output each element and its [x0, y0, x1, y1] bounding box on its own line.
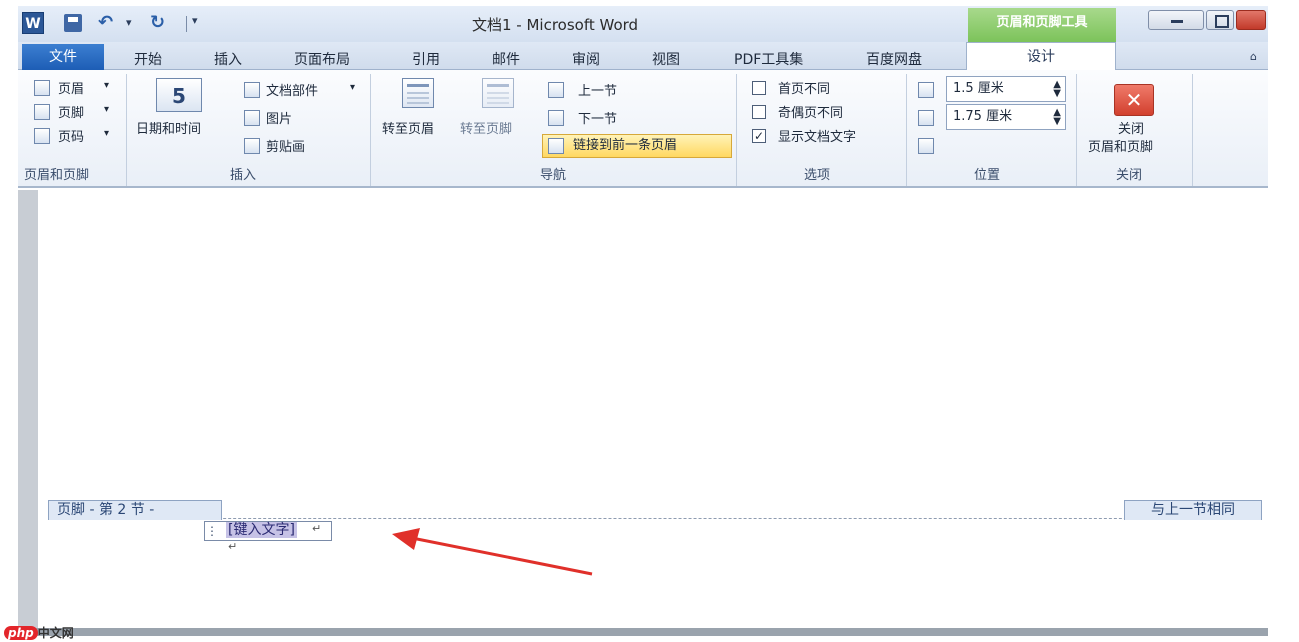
next-section-button[interactable]: 下一节 — [578, 108, 617, 127]
group-label-options: 选项 — [804, 168, 831, 183]
clip-art-icon — [244, 138, 260, 154]
show-document-text-label[interactable]: 显示文档文字 — [778, 126, 856, 145]
footer-position-icon — [918, 110, 934, 126]
maximize-button[interactable] — [1206, 10, 1234, 30]
tab-design[interactable]: 设计 — [966, 42, 1116, 72]
annotation-arrow-icon — [392, 528, 593, 576]
document-parts-dropdown-icon[interactable]: ▾ — [350, 82, 355, 93]
group-divider — [1192, 74, 1193, 186]
watermark-logo: php 中文网 — [4, 624, 74, 641]
group-label-close: 关闭 — [1116, 168, 1143, 183]
minimize-button[interactable] — [1148, 10, 1204, 30]
redo-icon[interactable]: ↻ — [150, 12, 165, 33]
link-to-previous-icon — [548, 138, 564, 154]
different-odd-even-label[interactable]: 奇偶页不同 — [778, 102, 843, 121]
save-icon[interactable] — [64, 14, 82, 32]
goto-header-icon — [402, 78, 434, 108]
document-parts-button[interactable]: 文档部件 — [266, 80, 318, 99]
show-document-text-checkbox[interactable]: ✓ — [752, 129, 766, 143]
goto-header-button[interactable]: 转至页眉 — [382, 118, 434, 137]
header-from-top-value: 1.5 厘米 — [953, 81, 1004, 96]
undo-icon[interactable]: ↶ — [98, 12, 113, 33]
footer-icon — [34, 104, 50, 120]
group-divider — [1076, 74, 1077, 186]
ribbon-body — [18, 70, 1268, 188]
group-divider — [126, 74, 127, 186]
same-as-previous-tag: 与上一节相同 — [1124, 500, 1262, 520]
page-number-button[interactable]: 页码 — [58, 126, 84, 145]
header-button[interactable]: 页眉 — [58, 78, 84, 97]
window-title: 文档1 - Microsoft Word — [472, 16, 639, 34]
close-window-button[interactable] — [1236, 10, 1266, 30]
group-divider — [736, 74, 737, 186]
different-first-page-checkbox[interactable] — [752, 81, 766, 95]
tab-review[interactable]: 审阅 — [572, 49, 600, 69]
page-number-dropdown-icon[interactable]: ▾ — [104, 128, 109, 139]
close-header-footer-line1[interactable]: 关闭 — [1118, 118, 1144, 137]
group-divider — [906, 74, 907, 186]
tab-page-layout[interactable]: 页面布局 — [294, 49, 350, 69]
tab-mailings[interactable]: 邮件 — [492, 49, 520, 69]
footer-placeholder-text[interactable]: [键入文字] — [226, 522, 297, 538]
footer-from-bottom-input[interactable]: 1.75 厘米 ▲ ▼ — [946, 104, 1066, 130]
close-header-footer-icon[interactable]: ✕ — [1114, 84, 1154, 116]
header-icon — [34, 80, 50, 96]
footer-paragraph-mark: ↵ — [312, 522, 322, 535]
group-label-header-footer: 页眉和页脚 — [24, 168, 90, 183]
header-from-top-input[interactable]: 1.5 厘米 ▲ ▼ — [946, 76, 1066, 102]
previous-section-icon — [548, 82, 564, 98]
minimize-ribbon-icon[interactable]: ⌂ — [1250, 50, 1257, 63]
different-odd-even-checkbox[interactable] — [752, 105, 766, 119]
next-section-icon — [548, 110, 564, 126]
tab-references[interactable]: 引用 — [412, 49, 440, 69]
document-left-margin — [18, 190, 38, 630]
word-app-icon[interactable]: W — [22, 12, 44, 34]
tab-view[interactable]: 视图 — [652, 49, 680, 69]
document-parts-icon — [244, 82, 260, 98]
goto-footer-button[interactable]: 转至页脚 — [460, 118, 512, 137]
document-bottom-edge — [18, 628, 1268, 636]
header-footer-tools-label: 页眉和页脚工具 — [968, 8, 1116, 42]
date-time-button[interactable]: 日期和时间 — [136, 118, 201, 137]
tab-pdf-tools[interactable]: PDF工具集 — [734, 49, 803, 69]
different-first-page-label[interactable]: 首页不同 — [778, 78, 830, 97]
page-number-icon — [34, 128, 50, 144]
footer-from-bottom-value: 1.75 厘米 — [953, 109, 1013, 124]
tab-insert[interactable]: 插入 — [214, 49, 242, 69]
header-spin-arrows-icon[interactable]: ▲ ▼ — [1053, 80, 1061, 99]
tab-baidu-netdisk[interactable]: 百度网盘 — [866, 49, 922, 69]
header-dropdown-icon[interactable]: ▾ — [104, 80, 109, 91]
quick-access-separator — [186, 16, 187, 32]
paragraph-mark: ↵ — [228, 540, 238, 553]
goto-footer-icon — [482, 78, 514, 108]
tab-file[interactable]: 文件 — [22, 44, 104, 70]
link-to-previous-button[interactable]: 链接到前一条页眉 — [542, 134, 732, 158]
picture-button[interactable]: 图片 — [266, 108, 292, 127]
group-divider — [370, 74, 371, 186]
customize-quick-access-icon[interactable]: ▾ — [192, 14, 198, 27]
previous-section-button[interactable]: 上一节 — [578, 80, 617, 99]
close-header-footer-line2[interactable]: 页眉和页脚 — [1088, 136, 1153, 155]
footer-button[interactable]: 页脚 — [58, 102, 84, 121]
footer-dropdown-icon[interactable]: ▾ — [104, 104, 109, 115]
group-label-insert: 插入 — [230, 168, 257, 183]
insert-alignment-tab-icon[interactable] — [918, 138, 934, 154]
undo-dropdown-icon[interactable]: ▾ — [126, 16, 132, 29]
picture-icon — [244, 110, 260, 126]
calendar-clock-icon[interactable]: 5 — [156, 78, 202, 112]
content-control-handle-icon[interactable]: ⋮ — [206, 524, 218, 538]
header-position-icon — [918, 82, 934, 98]
footer-section-tag: 页脚 - 第 2 节 - — [48, 500, 222, 520]
footer-spin-arrows-icon[interactable]: ▲ ▼ — [1053, 108, 1061, 127]
group-label-navigation: 导航 — [540, 168, 567, 183]
group-label-position: 位置 — [974, 168, 1001, 183]
document-page[interactable] — [38, 190, 1268, 630]
clip-art-button[interactable]: 剪贴画 — [266, 136, 305, 155]
footer-boundary-line — [48, 518, 1262, 519]
tab-home[interactable]: 开始 — [134, 49, 162, 69]
